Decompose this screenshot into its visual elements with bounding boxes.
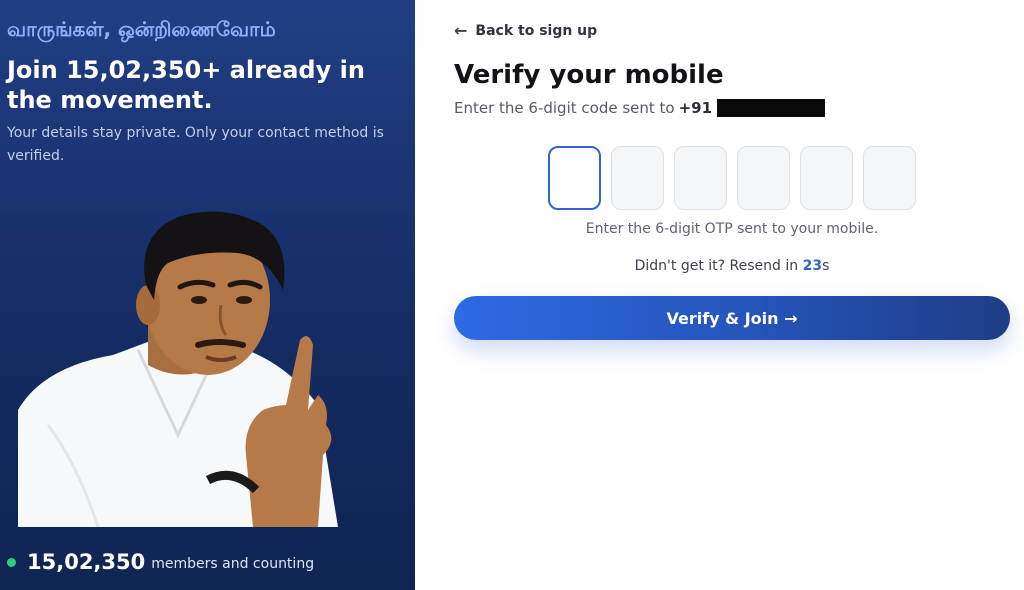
- leader-photo: [18, 211, 338, 527]
- verify-and-join-button[interactable]: Verify & Join →: [454, 296, 1010, 340]
- otp-digit-6[interactable]: [863, 146, 916, 210]
- live-status-dot: [7, 557, 16, 567]
- resend-seconds: 23: [802, 258, 823, 274]
- page-title: Verify your mobile: [454, 60, 724, 90]
- member-count-label: members and counting: [151, 556, 315, 572]
- subtitle-text: Enter the 6-digit code sent to: [454, 99, 675, 117]
- otp-digit-1[interactable]: [548, 146, 601, 210]
- otp-digit-5[interactable]: [800, 146, 853, 210]
- arrow-left-icon: ←: [454, 21, 468, 40]
- hero-headline: Join 15,02,350+ already in the movement.: [7, 56, 365, 114]
- otp-digit-4[interactable]: [737, 146, 790, 210]
- otp-digit-2[interactable]: [611, 146, 664, 210]
- back-label: Back to sign up: [475, 22, 598, 39]
- resend-unit: s: [822, 258, 830, 274]
- verify-subtitle: Enter the 6-digit code sent to +91: [454, 99, 826, 117]
- otp-digit-3[interactable]: [674, 146, 727, 210]
- resend-prefix: Didn't get it? Resend in: [634, 258, 803, 274]
- country-code: +91: [678, 99, 713, 117]
- member-counter: 15,02,350 members and counting: [7, 550, 314, 574]
- redacted-phone-number: [717, 99, 826, 117]
- tamil-greeting: வாருங்கள், ஒன்றிணைவோம்: [7, 17, 276, 41]
- hero-subtext: Your details stay private. Only your con…: [7, 125, 384, 164]
- back-to-signup-link[interactable]: ← Back to sign up: [454, 21, 597, 40]
- otp-hint: Enter the 6-digit OTP sent to your mobil…: [585, 221, 879, 237]
- hero-panel: வாருங்கள், ஒன்றிணைவோம் Join 15,02,350+ a…: [0, 0, 415, 590]
- resend-timer: Didn't get it? Resend in 23s: [454, 258, 1010, 274]
- member-count: 15,02,350: [27, 550, 146, 574]
- otp-input-group: [548, 146, 926, 210]
